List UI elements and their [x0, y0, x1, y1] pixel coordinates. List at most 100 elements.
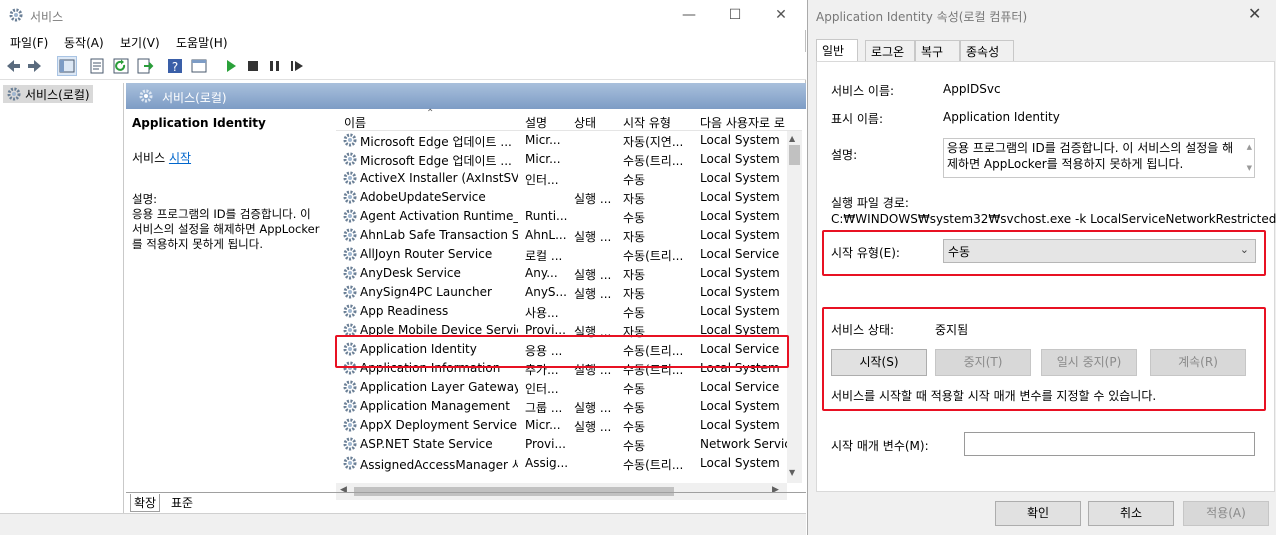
column-header-status[interactable]: 상태: [574, 114, 596, 131]
column-header-name[interactable]: 이름: [344, 114, 366, 131]
table-row[interactable]: Application Layer Gateway ... 인터... 수동 Loca…: [336, 378, 786, 397]
description-box[interactable]: 응용 프로그램의 ID를 검증합니다. 이 서비스의 설정을 해제하면 AppL…: [943, 138, 1255, 178]
restart-service-icon[interactable]: [288, 57, 306, 75]
stop-button[interactable]: 중지(T): [935, 349, 1031, 376]
service-gear-icon: [343, 133, 357, 147]
table-row[interactable]: Microsoft Edge 업데이트 ... Micr... 수동(트리... Lo…: [336, 150, 786, 169]
service-gear-icon: [343, 285, 357, 299]
forward-arrow-icon[interactable]: [26, 57, 44, 75]
cell-desc: 인터...: [525, 382, 559, 396]
table-row[interactable]: AnyDesk Service Any... 실행 ... 자동 Local Syste…: [336, 264, 786, 283]
startup-type-select[interactable]: 수동 ⌄: [943, 239, 1256, 263]
scroll-up-icon[interactable]: ▲: [1247, 139, 1252, 155]
back-arrow-icon[interactable]: [4, 57, 22, 75]
column-header-startup-type[interactable]: 시작 유형: [623, 114, 671, 131]
table-row[interactable]: AnySign4PC Launcher AnyS... 실행 ... 자동 Local …: [336, 283, 786, 302]
tab-logon[interactable]: 로그온: [865, 40, 915, 61]
table-row[interactable]: Microsoft Edge 업데이트 ... Micr... 자동(지연... Lo…: [336, 131, 786, 150]
cell-logon: Network Service: [700, 437, 790, 451]
scroll-up-icon[interactable]: ▲: [789, 134, 795, 143]
scroll-down-icon[interactable]: ▼: [1247, 160, 1252, 176]
table-row[interactable]: AppX Deployment Service ... Micr... 실행 ...…: [336, 416, 786, 435]
service-gear-icon: [343, 171, 357, 185]
menu-bar: 파일(F) 동작(A) 보기(V) 도움말(H): [0, 30, 806, 52]
cell-name: App Readiness: [360, 304, 449, 318]
status-bar: [0, 513, 806, 535]
column-header-logon-as[interactable]: 다음 사용자로 로: [700, 114, 786, 131]
cell-status: 실행 ...: [574, 420, 612, 434]
cell-name: Application Layer Gateway ...: [360, 380, 518, 394]
cell-status: 실행 ...: [574, 401, 612, 415]
services-pane: 서비스(로컬) Application Identity 서비스 시작 설명: …: [126, 83, 806, 513]
cell-logon: Local System: [700, 209, 780, 223]
table-row[interactable]: ActiveX Installer (AxInstSV) 인터... 수동 Local…: [336, 169, 786, 188]
cell-logon: Local System: [700, 285, 780, 299]
resume-button[interactable]: 계속(R): [1150, 349, 1246, 376]
table-row[interactable]: AhnLab Safe Transaction S... AhnL... 실행 ..…: [336, 226, 786, 245]
cell-logon: Local System: [700, 133, 780, 147]
start-params-label: 시작 매개 변수(M):: [831, 439, 929, 453]
menu-action[interactable]: 동작(A): [64, 34, 104, 51]
cell-name: ASP.NET State Service: [360, 437, 493, 451]
cell-status: 실행 ...: [574, 230, 612, 244]
service-gear-icon: [343, 266, 357, 280]
menu-file[interactable]: 파일(F): [10, 34, 48, 51]
table-row[interactable]: App Readiness 사용... 수동 Local System: [336, 302, 786, 321]
cell-startup: 자동: [623, 230, 646, 244]
tab-recovery[interactable]: 복구: [915, 40, 960, 61]
tree-item-label: 서비스(로컬): [25, 88, 90, 102]
cancel-button[interactable]: 취소: [1088, 501, 1174, 526]
cell-status: 실행 ...: [574, 268, 612, 282]
description-text: 응용 프로그램의 ID를 검증합니다. 이 서비스의 설정을 해제하면 AppL…: [947, 141, 1234, 171]
cell-logon: Local System: [700, 456, 780, 470]
ok-button[interactable]: 확인: [995, 501, 1081, 526]
service-gear-icon: [343, 418, 357, 432]
cell-logon: Local System: [700, 399, 780, 413]
table-row[interactable]: AdobeUpdateService 실행 ... 자동 Local System: [336, 188, 786, 207]
toolbar: ?: [0, 52, 806, 80]
minimize-button[interactable]: —: [666, 0, 712, 30]
start-service-icon[interactable]: [222, 57, 240, 75]
cell-startup: 수동(트리...: [623, 154, 684, 168]
pause-button[interactable]: 일시 중지(P): [1041, 349, 1137, 376]
table-row[interactable]: ASP.NET State Service Provi... 수동 Network S…: [336, 435, 790, 454]
export-list-icon[interactable]: [136, 57, 154, 75]
cell-status: 실행 ...: [574, 287, 612, 301]
apply-button[interactable]: 적용(A): [1183, 501, 1269, 526]
display-name-value: Application Identity: [943, 110, 1060, 124]
help-icon[interactable]: ?: [166, 57, 184, 75]
service-gear-icon: [343, 437, 357, 451]
refresh-icon[interactable]: [112, 57, 130, 75]
vertical-scrollbar[interactable]: ▲ ▼: [787, 131, 802, 483]
tree-item-services-local[interactable]: 서비스(로컬): [3, 85, 93, 103]
cell-desc: AnyS...: [525, 285, 567, 299]
maximize-button[interactable]: ☐: [712, 0, 758, 30]
pause-service-icon[interactable]: [266, 57, 284, 75]
stop-service-icon[interactable]: [244, 57, 262, 75]
tab-standard[interactable]: 표준: [168, 494, 196, 511]
scroll-thumb[interactable]: [789, 145, 800, 165]
table-row[interactable]: Agent Activation Runtime_... Runti... 수동 Lo…: [336, 207, 786, 226]
tab-dependencies[interactable]: 종속성: [960, 40, 1014, 61]
tab-extended[interactable]: 확장: [130, 494, 161, 512]
start-params-input[interactable]: [964, 432, 1255, 456]
start-button[interactable]: 시작(S): [831, 349, 927, 376]
table-row[interactable]: AssignedAccessManager 서... Assig... 수동(트리.…: [336, 454, 786, 473]
properties-icon[interactable]: [88, 57, 106, 75]
table-row[interactable]: AllJoyn Router Service 로컬 ... 수동(트리... Loca…: [336, 245, 786, 264]
service-gear-icon: [343, 152, 357, 166]
column-header-description[interactable]: 설명: [525, 114, 547, 131]
service-name-label: 서비스 이름:: [831, 84, 895, 98]
service-gear-icon: [343, 456, 357, 470]
close-button[interactable]: ✕: [758, 0, 804, 30]
table-row[interactable]: Application Management 그룹 ... 실행 ... 수동 Loca…: [336, 397, 786, 416]
scroll-down-icon[interactable]: ▼: [789, 468, 795, 477]
dialog-close-button[interactable]: ✕: [1248, 4, 1261, 23]
menu-view[interactable]: 보기(V): [120, 34, 160, 51]
cell-logon: Local System: [700, 171, 780, 185]
view-details-icon[interactable]: [190, 57, 208, 75]
start-service-link[interactable]: 시작: [169, 151, 191, 165]
tab-general[interactable]: 일반: [816, 39, 858, 62]
show-console-tree-icon[interactable]: [57, 56, 77, 76]
menu-help[interactable]: 도움말(H): [176, 34, 228, 51]
